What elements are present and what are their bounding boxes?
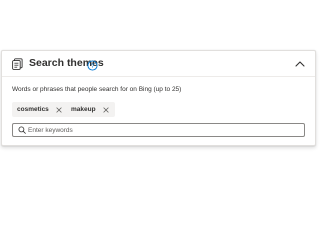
tag-list-icon bbox=[12, 58, 23, 70]
info-icon[interactable]: ? bbox=[87, 58, 98, 71]
keyword-search-box[interactable] bbox=[12, 123, 305, 137]
svg-text:?: ? bbox=[91, 63, 95, 70]
collapse-button[interactable] bbox=[293, 57, 307, 71]
close-icon[interactable] bbox=[103, 106, 110, 113]
keyword-search-input[interactable] bbox=[28, 124, 298, 136]
panel-header[interactable]: Search themes ? bbox=[2, 51, 315, 77]
search-themes-panel: Search themes ? Words or phrases that pe… bbox=[1, 50, 316, 146]
chevron-up-icon bbox=[295, 61, 305, 67]
search-icon bbox=[17, 126, 26, 135]
keyword-chip-label: makeup bbox=[71, 106, 96, 113]
close-icon[interactable] bbox=[56, 106, 63, 113]
keyword-chip-list: cosmetics makeup bbox=[2, 102, 315, 117]
keyword-chip-label: cosmetics bbox=[17, 106, 49, 113]
keyword-chip: cosmetics bbox=[12, 102, 68, 117]
panel-description: Words or phrases that people search for … bbox=[12, 86, 182, 93]
keyword-chip: makeup bbox=[66, 102, 115, 117]
